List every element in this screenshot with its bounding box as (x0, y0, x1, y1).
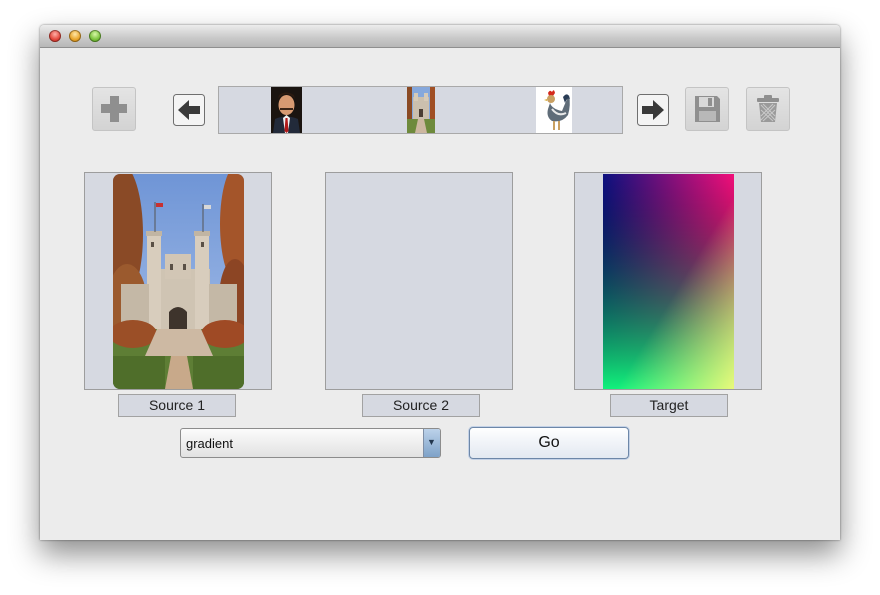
dropdown-arrow-button[interactable]: ▼ (423, 429, 440, 457)
target-panel[interactable] (574, 172, 762, 390)
thumbnail-building[interactable] (407, 87, 435, 133)
app-window: Source 1 Source 2 Target gradient ▼ Go (40, 25, 840, 540)
mode-dropdown-value: gradient (186, 436, 233, 451)
title-bar[interactable] (40, 25, 840, 48)
thumbnail-rooster[interactable] (536, 87, 572, 133)
floppy-disk-icon (695, 96, 720, 122)
thumbnail-strip[interactable] (218, 86, 623, 134)
source1-image (113, 174, 244, 389)
right-arrow-icon (637, 94, 669, 126)
go-button[interactable]: Go (469, 427, 629, 459)
source2-caption: Source 2 (362, 394, 480, 417)
target-caption: Target (610, 394, 728, 417)
close-window-button[interactable] (49, 30, 61, 42)
source2-panel[interactable] (325, 172, 513, 390)
next-button[interactable] (637, 94, 669, 126)
save-button[interactable] (685, 87, 729, 131)
plus-icon (101, 96, 127, 122)
minimize-window-button[interactable] (69, 30, 81, 42)
chevron-down-icon: ▼ (427, 437, 436, 447)
zoom-window-button[interactable] (89, 30, 101, 42)
thumbnail-portrait[interactable] (271, 87, 302, 133)
source1-caption: Source 1 (118, 394, 236, 417)
mode-dropdown[interactable]: gradient ▼ (180, 428, 441, 458)
target-image (603, 174, 734, 389)
left-arrow-icon (173, 94, 205, 126)
add-image-button[interactable] (92, 87, 136, 131)
delete-button[interactable] (746, 87, 790, 131)
source1-panel[interactable] (84, 172, 272, 390)
previous-button[interactable] (173, 94, 205, 126)
trash-can-icon (757, 95, 779, 122)
